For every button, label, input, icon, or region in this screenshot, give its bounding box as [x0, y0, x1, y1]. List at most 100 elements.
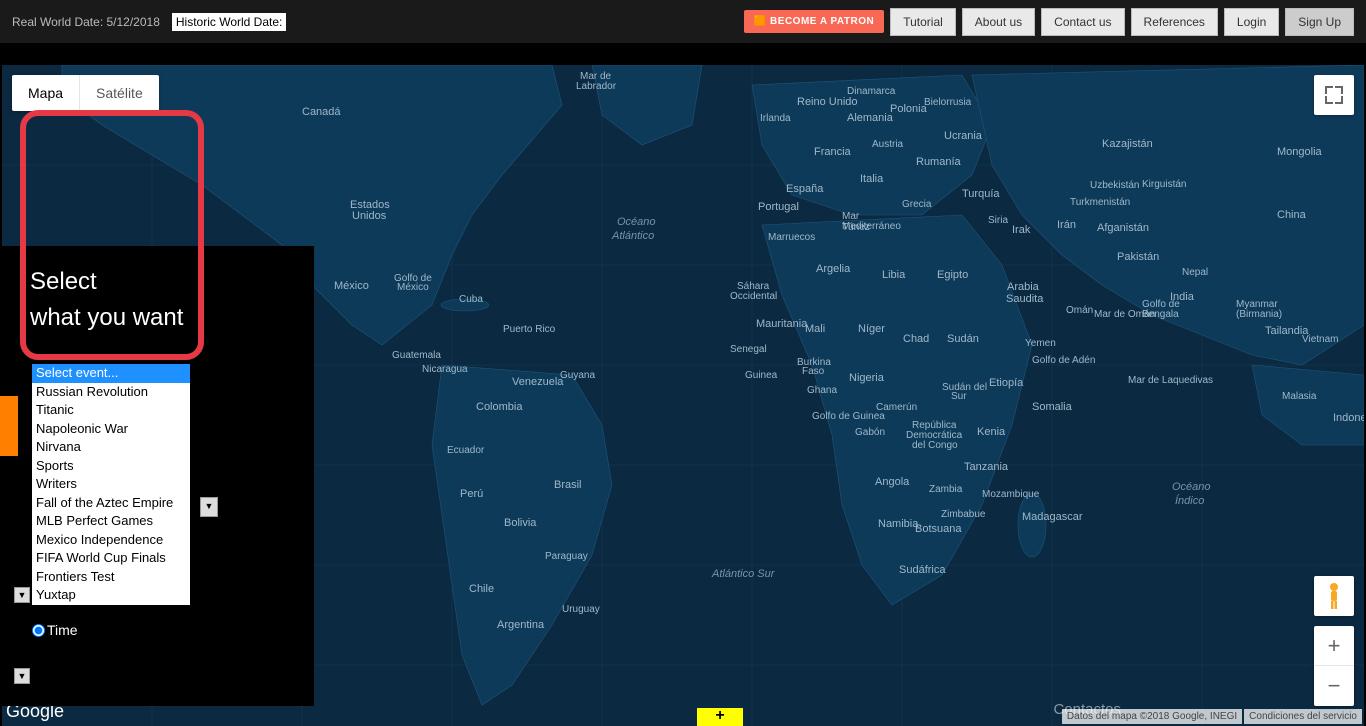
- zoom-in-button[interactable]: +: [1314, 626, 1354, 666]
- event-option[interactable]: MLB Perfect Games: [32, 512, 190, 531]
- event-option[interactable]: Writers: [32, 475, 190, 494]
- zoom-out-button[interactable]: −: [1314, 666, 1354, 706]
- svg-text:Turquía: Turquía: [962, 188, 1000, 200]
- event-option[interactable]: Frontiers Test: [32, 568, 190, 587]
- event-option[interactable]: Mexico Independence: [32, 531, 190, 550]
- svg-text:Malasia: Malasia: [1282, 391, 1317, 402]
- time-radio-input[interactable]: [32, 624, 45, 637]
- svg-text:Atlántico: Atlántico: [611, 230, 654, 242]
- svg-text:Kirguistán: Kirguistán: [1142, 179, 1186, 190]
- event-option[interactable]: Napoleonic War: [32, 420, 190, 439]
- svg-text:Tanzania: Tanzania: [964, 461, 1009, 473]
- svg-text:Irak: Irak: [1012, 224, 1031, 236]
- svg-text:Uzbekistán: Uzbekistán: [1090, 180, 1139, 191]
- svg-text:Uruguay: Uruguay: [562, 604, 600, 615]
- nav-about[interactable]: About us: [962, 8, 1035, 36]
- svg-text:Faso: Faso: [802, 366, 825, 377]
- svg-text:Chad: Chad: [903, 333, 929, 345]
- panel-orange-tab[interactable]: [0, 396, 18, 456]
- svg-text:Polonia: Polonia: [890, 103, 928, 115]
- streetview-pegman[interactable]: [1314, 576, 1354, 616]
- svg-text:México: México: [397, 282, 429, 293]
- svg-text:Índico: Índico: [1175, 494, 1204, 507]
- svg-text:Somalia: Somalia: [1032, 401, 1073, 413]
- map-type-satellite[interactable]: Satélite: [80, 75, 159, 111]
- svg-text:Guatemala: Guatemala: [392, 350, 441, 361]
- fullscreen-button[interactable]: [1314, 75, 1354, 115]
- svg-text:Ucrania: Ucrania: [944, 130, 983, 142]
- svg-text:Níger: Níger: [858, 323, 885, 335]
- svg-text:Grecia: Grecia: [902, 199, 932, 210]
- svg-text:Alemania: Alemania: [847, 112, 894, 124]
- svg-text:Sudáfrica: Sudáfrica: [899, 564, 946, 576]
- event-option[interactable]: Sports: [32, 457, 190, 476]
- svg-text:Irán: Irán: [1057, 219, 1076, 231]
- svg-text:Kazajistán: Kazajistán: [1102, 138, 1153, 150]
- svg-text:Paraguay: Paraguay: [545, 551, 588, 562]
- event-option[interactable]: Russian Revolution: [32, 383, 190, 402]
- event-option[interactable]: Titanic: [32, 401, 190, 420]
- nav-contact[interactable]: Contact us: [1041, 8, 1124, 36]
- nav-tutorial[interactable]: Tutorial: [890, 8, 956, 36]
- svg-text:Yemen: Yemen: [1025, 338, 1056, 349]
- svg-text:Francia: Francia: [814, 146, 852, 158]
- svg-text:Argelia: Argelia: [816, 263, 851, 275]
- event-option[interactable]: FIFA World Cup Finals: [32, 549, 190, 568]
- svg-text:México: México: [334, 280, 369, 292]
- svg-text:Atlántico Sur: Atlántico Sur: [711, 568, 776, 580]
- svg-text:Mediterráneo: Mediterráneo: [842, 221, 901, 232]
- event-option[interactable]: Yuxtap: [32, 586, 190, 605]
- svg-text:Nicaragua: Nicaragua: [422, 364, 468, 375]
- svg-text:Afganistán: Afganistán: [1097, 222, 1149, 234]
- svg-text:Golfo de Guinea: Golfo de Guinea: [812, 411, 885, 422]
- map-type-control: Mapa Satélite: [12, 75, 159, 111]
- top-bar: Real World Date: 5/12/2018 Historic Worl…: [0, 0, 1366, 44]
- svg-text:Nigeria: Nigeria: [849, 372, 885, 384]
- top-nav: 🟧 BECOME A PATRON Tutorial About us Cont…: [744, 8, 1354, 36]
- event-option[interactable]: Fall of the Aztec Empire: [32, 494, 190, 513]
- svg-text:Irlanda: Irlanda: [760, 113, 791, 124]
- svg-text:Gabón: Gabón: [855, 427, 885, 438]
- svg-text:Argentina: Argentina: [497, 619, 545, 631]
- time-radio[interactable]: Time: [32, 622, 78, 638]
- event-dropdown-list[interactable]: Select event...Russian RevolutionTitanic…: [32, 364, 190, 605]
- svg-text:Ecuador: Ecuador: [447, 445, 485, 456]
- svg-text:Italia: Italia: [860, 173, 884, 185]
- nav-references[interactable]: References: [1131, 8, 1218, 36]
- svg-text:Océano: Océano: [617, 216, 656, 228]
- panel-title: Select what you want: [0, 246, 314, 336]
- svg-text:Zambia: Zambia: [929, 484, 963, 495]
- svg-text:Chile: Chile: [469, 583, 494, 595]
- svg-text:(Birmania): (Birmania): [1236, 309, 1282, 320]
- date-info: Real World Date: 5/12/2018 Historic Worl…: [12, 13, 286, 31]
- svg-text:Mozambique: Mozambique: [982, 489, 1040, 500]
- historic-world-date: Historic World Date:: [172, 13, 286, 31]
- svg-text:Océano: Océano: [1172, 481, 1211, 493]
- nav-signup[interactable]: Sign Up: [1285, 8, 1354, 36]
- svg-text:Perú: Perú: [460, 488, 483, 500]
- svg-text:Siria: Siria: [988, 215, 1008, 226]
- bottom-plus-button[interactable]: +: [697, 708, 743, 726]
- svg-text:Omán: Omán: [1066, 305, 1093, 316]
- svg-text:Turkmenistán: Turkmenistán: [1070, 197, 1130, 208]
- svg-text:Occidental: Occidental: [730, 291, 777, 302]
- terms-link[interactable]: Condiciones del servicio: [1244, 709, 1362, 724]
- svg-text:Guyana: Guyana: [560, 370, 595, 381]
- svg-text:Arabia: Arabia: [1007, 281, 1040, 293]
- dropdown-arrow-icon: ▼: [14, 668, 30, 684]
- event-option[interactable]: Nirvana: [32, 438, 190, 457]
- nav-login[interactable]: Login: [1224, 8, 1279, 36]
- become-patron-button[interactable]: 🟧 BECOME A PATRON: [744, 10, 884, 33]
- svg-text:Namibia: Namibia: [878, 518, 919, 530]
- svg-text:Marruecos: Marruecos: [768, 232, 815, 243]
- svg-text:España: España: [786, 183, 824, 195]
- secondary-dropdown-arrow[interactable]: ▼: [200, 497, 218, 517]
- event-option[interactable]: Select event...: [32, 364, 190, 383]
- svg-text:Mauritania: Mauritania: [756, 318, 808, 330]
- svg-text:Nepal: Nepal: [1182, 267, 1208, 278]
- svg-text:Bengala: Bengala: [1142, 309, 1179, 320]
- svg-text:Canadá: Canadá: [302, 106, 341, 118]
- map-type-map[interactable]: Mapa: [12, 75, 80, 111]
- svg-text:Madagascar: Madagascar: [1022, 511, 1083, 523]
- svg-text:Kenia: Kenia: [977, 426, 1006, 438]
